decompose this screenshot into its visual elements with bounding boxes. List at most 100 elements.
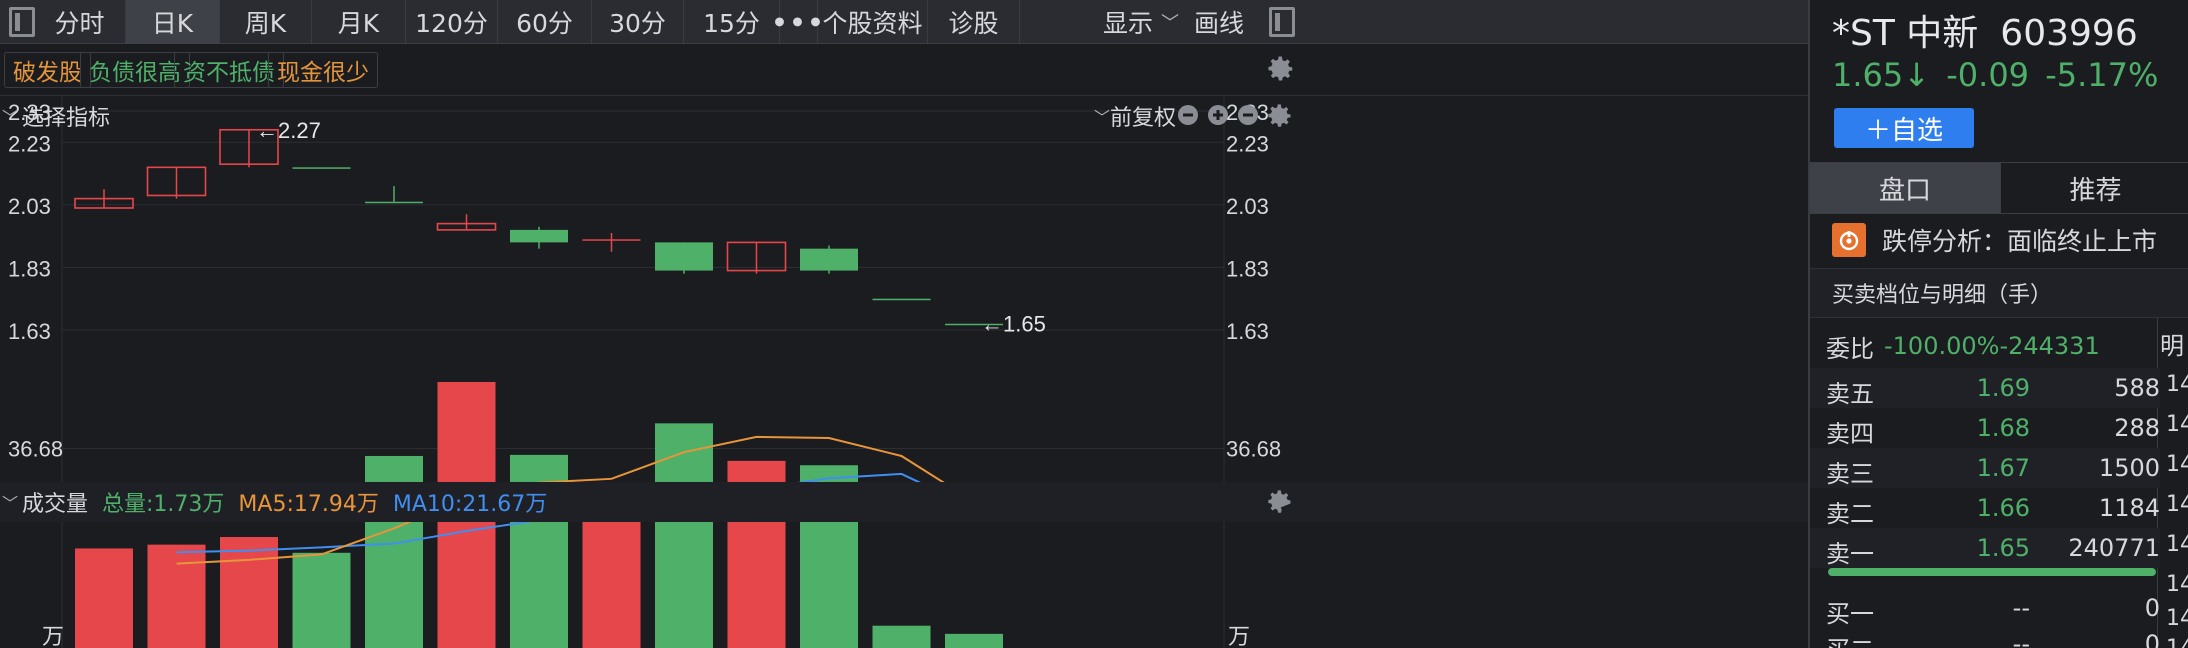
minus-circle-icon[interactable] (1238, 105, 1258, 125)
ask-volume: 1500 (2098, 454, 2160, 482)
chevron-down-icon[interactable]: ﹀ (2, 104, 18, 128)
ask-label: 卖二 (1826, 500, 1874, 528)
tab-60min[interactable]: 60分 (498, 0, 592, 44)
chevron-down-icon[interactable]: ﹀ (1094, 104, 1110, 128)
volume-title[interactable]: 成交量 (22, 486, 88, 518)
ratio-value: -100.00%-244331 (1884, 332, 2100, 360)
chevron-down-icon: ﹀ (1161, 13, 1179, 34)
price-tick-label-right: 2.03 (1226, 194, 1269, 219)
price-change-pct: -5.17% (2045, 56, 2159, 94)
volume-ma10: MA10:21.67万 (392, 492, 548, 517)
ask-row: 卖五 1.69 588 (1810, 368, 2160, 408)
tab-120min[interactable]: 120分 (406, 0, 498, 44)
ask-volume: 588 (2114, 374, 2160, 402)
volume-header: ﹀ 成交量 总量:1.73万 MA5:17.94万 MA10:21.67万 (0, 482, 1808, 522)
trade-time: 14 (2166, 532, 2188, 557)
trade-time: 14 (2166, 452, 2188, 477)
trade-time: 14 (2166, 572, 2188, 597)
ask-price: 1.69 (1976, 374, 2030, 402)
plus-circle-icon[interactable] (1208, 105, 1228, 125)
minus-circle-icon[interactable] (1178, 105, 1198, 125)
tab-more-button[interactable]: ••• (772, 0, 823, 44)
trade-time: 14 (2166, 372, 2188, 397)
volume-bar (292, 552, 351, 648)
price-tick-label-left: 1.83 (8, 256, 51, 281)
stock-code: 603996 (2000, 13, 2138, 54)
volume-unit-label: 万 (42, 624, 64, 648)
bid-volume: 0 (2144, 630, 2160, 648)
tab-timeshare[interactable]: 分时 (34, 0, 126, 44)
ask-label: 卖一 (1826, 540, 1874, 568)
bid-label: 买二 (1826, 630, 1874, 648)
ask-label: 卖五 (1826, 380, 1874, 408)
candle-body (800, 248, 858, 271)
kline-chart-area[interactable]: 2.332.332.232.232.032.031.831.831.631.63… (0, 96, 1808, 648)
ratio-label: 委比 (1826, 334, 1874, 363)
ask-row: 卖一 1.65 240771 (1810, 528, 2160, 568)
draw-line-button[interactable]: 画线 (1186, 0, 1252, 44)
tab-daily-k[interactable]: 日K (126, 0, 220, 44)
price-tick-label-right: 1.83 (1226, 256, 1269, 281)
candle-body (582, 239, 641, 241)
stock-app: 分时 日K 周K 月K 120分 60分 30分 15分 ••• 个股资料 诊股… (0, 0, 2188, 648)
chevron-down-icon[interactable]: ﹀ (2, 490, 18, 514)
tab-30min[interactable]: 30分 (592, 0, 684, 44)
alert-label: 跌停分析： (1882, 227, 2008, 256)
stock-quote: 1.65↓ -0.09 -5.17% (1832, 56, 2158, 94)
collapse-right-icon[interactable] (1260, 0, 1304, 44)
bid-ask-strength-bar (1828, 568, 2156, 576)
indicator-select-label[interactable]: 选择指标 (22, 100, 110, 132)
price-tick-label-left: 2.03 (8, 194, 51, 219)
settings-gear-icon[interactable] (1266, 54, 1296, 84)
last-price: 1.65↓ (1832, 56, 1931, 94)
volume-bar (872, 625, 931, 648)
settings-gear-icon[interactable] (1266, 488, 1294, 516)
adjust-mode-label[interactable]: 前复权 (1110, 100, 1176, 132)
risk-tag[interactable]: 现金很少 (268, 52, 378, 88)
volume-bar (147, 544, 206, 648)
tab-15min[interactable]: 15分 (684, 0, 780, 44)
candle-body (292, 167, 351, 169)
tab-recommend[interactable]: 推荐 (2000, 163, 2188, 213)
price-tick-label-right: 1.63 (1226, 319, 1269, 344)
limit-down-alert[interactable]: 跌停分析： 面临终止上市 (1810, 214, 2188, 266)
stock-name: *ST 中新 (1832, 13, 1979, 54)
candle-body (872, 298, 931, 301)
stock-header: *ST 中新 603996 (1832, 4, 2138, 56)
tab-monthly-k[interactable]: 月K (312, 0, 406, 44)
price-tick-label-left: 1.63 (8, 319, 51, 344)
indicator-header: ﹀ 选择指标 ﹀ 前复权 (0, 96, 1808, 136)
risk-tag[interactable]: 破发股 (4, 52, 91, 88)
bid-ask-ratio: 委比 -100.00%-244331 明 (1810, 324, 2188, 368)
volume-total: 总量:1.73万 (102, 492, 225, 517)
tab-diagnosis[interactable]: 诊股 (928, 0, 1020, 44)
settings-gear-icon[interactable] (1266, 102, 1294, 130)
price-annotation: ←1.65 (981, 312, 1046, 337)
add-watchlist-button[interactable]: ＋自选 (1834, 108, 1974, 148)
ask-row: 卖三 1.67 1500 (1810, 448, 2160, 488)
alert-icon (1832, 223, 1866, 257)
trade-time: 14 (2166, 606, 2188, 631)
detail-column-header: 明 (2160, 332, 2184, 360)
trade-time: 14 (2166, 492, 2188, 517)
bid-volume: 0 (2144, 594, 2160, 622)
tab-order-book[interactable]: 盘口 (1810, 163, 2000, 213)
ask-price: 1.66 (1976, 494, 2030, 522)
trade-time: 14 (2166, 636, 2188, 648)
ask-price: 1.68 (1976, 414, 2030, 442)
display-menu-label: 显示 (1102, 9, 1153, 38)
tab-company-profile[interactable]: 个股资料 (818, 0, 928, 44)
ask-volume: 288 (2114, 414, 2160, 442)
display-menu[interactable]: 显示 ﹀ (1096, 0, 1186, 44)
ask-price: 1.65 (1976, 534, 2030, 562)
candle-body (365, 201, 423, 204)
kline-chart[interactable]: 2.332.332.232.232.032.031.831.831.631.63… (0, 96, 1808, 648)
panel-tabs: 盘口 推荐 (1810, 162, 2188, 214)
tab-weekly-k[interactable]: 周K (220, 0, 312, 44)
volume-bar (655, 423, 713, 648)
price-change: -0.09 (1946, 56, 2030, 94)
bid-row: 买二 -- 0 (1810, 624, 2160, 648)
alert-text: 面临终止上市 (2007, 227, 2158, 256)
volume-tick-label-left: 36.68 (8, 436, 63, 461)
ask-label: 卖四 (1826, 420, 1874, 448)
